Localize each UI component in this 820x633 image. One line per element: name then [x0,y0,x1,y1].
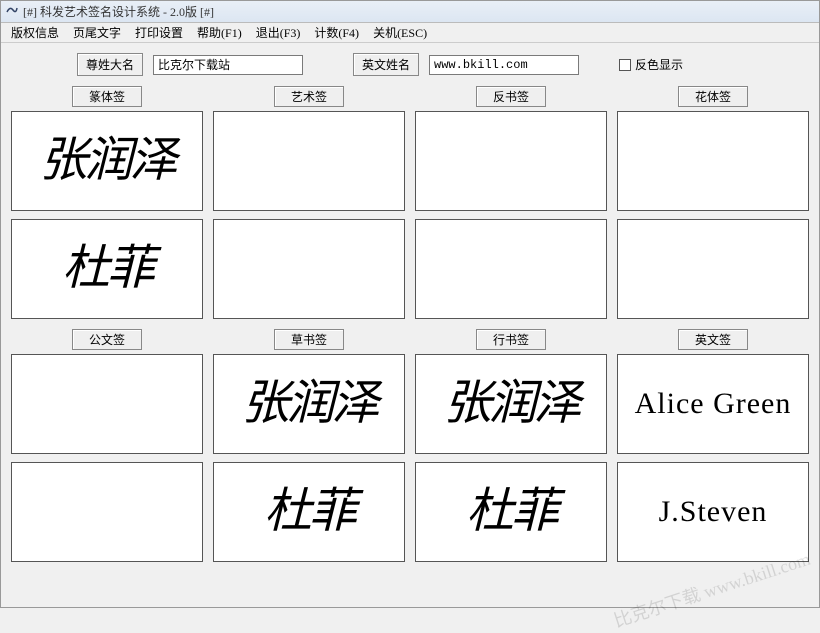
signature-slot[interactable] [11,354,203,454]
menu-count[interactable]: 计数(F4) [308,22,365,43]
menubar: 版权信息 页尾文字 打印设置 帮助(F1) 退出(F3) 计数(F4) 关机(E… [1,23,819,43]
panel-label[interactable]: 艺术签 [274,86,344,107]
signature-slot[interactable] [415,111,607,211]
signature-slot[interactable] [415,219,607,319]
panel-fanshu: 反书签 [415,86,607,319]
menu-print-settings[interactable]: 打印设置 [129,22,189,43]
signature-grid-row1: 篆体签 张润泽 杜菲 艺术签 反书签 花体签 [7,86,813,319]
signature-slot[interactable]: Alice Green [617,354,809,454]
app-window: [#] 科发艺术签名设计系统 - 2.0版 [#] 版权信息 页尾文字 打印设置… [0,0,820,608]
signature-slot[interactable]: 张润泽 [213,354,405,454]
panel-label[interactable]: 公文签 [72,329,142,350]
content-area: 尊姓大名 英文姓名 反色显示 篆体签 张润泽 杜菲 艺术签 反 [1,43,819,568]
signature-slot[interactable] [617,111,809,211]
menu-footer-text[interactable]: 页尾文字 [67,22,127,43]
panel-label[interactable]: 篆体签 [72,86,142,107]
signature-slot[interactable]: 杜菲 [213,462,405,562]
panel-zhuanti: 篆体签 张润泽 杜菲 [11,86,203,319]
panel-label[interactable]: 草书签 [274,329,344,350]
english-name-input[interactable] [429,55,579,75]
english-name-label-button[interactable]: 英文姓名 [353,53,419,76]
panel-label[interactable]: 行书签 [476,329,546,350]
invert-label: 反色显示 [635,56,683,73]
panel-english: 英文签 Alice Green J.Steven [617,329,809,562]
signature-slot[interactable]: 杜菲 [11,219,203,319]
signature-slot[interactable] [11,462,203,562]
signature-slot[interactable]: J.Steven [617,462,809,562]
signature-slot[interactable]: 杜菲 [415,462,607,562]
panel-xingshu: 行书签 张润泽 杜菲 [415,329,607,562]
window-title: [#] 科发艺术签名设计系统 - 2.0版 [#] [23,3,214,20]
signature-grid-row2: 公文签 草书签 张润泽 杜菲 行书签 张润泽 杜菲 英文签 Alice Gree… [7,329,813,562]
app-icon [5,5,19,19]
panel-gongwen: 公文签 [11,329,203,562]
panel-huati: 花体签 [617,86,809,319]
panel-label[interactable]: 反书签 [476,86,546,107]
checkbox-box [619,59,631,71]
panel-caoshu: 草书签 张润泽 杜菲 [213,329,405,562]
invert-checkbox[interactable]: 反色显示 [619,56,683,73]
panel-label[interactable]: 花体签 [678,86,748,107]
signature-slot[interactable] [213,111,405,211]
signature-slot[interactable]: 张润泽 [415,354,607,454]
menu-help[interactable]: 帮助(F1) [191,22,248,43]
signature-slot[interactable]: 张润泽 [11,111,203,211]
signature-slot[interactable] [617,219,809,319]
name-label-button[interactable]: 尊姓大名 [77,53,143,76]
name-input[interactable] [153,55,303,75]
panel-yishu: 艺术签 [213,86,405,319]
menu-shutdown[interactable]: 关机(ESC) [367,22,433,43]
menu-copyright[interactable]: 版权信息 [5,22,65,43]
panel-label[interactable]: 英文签 [678,329,748,350]
titlebar: [#] 科发艺术签名设计系统 - 2.0版 [#] [1,1,819,23]
input-row: 尊姓大名 英文姓名 反色显示 [7,51,813,86]
signature-slot[interactable] [213,219,405,319]
menu-exit[interactable]: 退出(F3) [250,22,307,43]
